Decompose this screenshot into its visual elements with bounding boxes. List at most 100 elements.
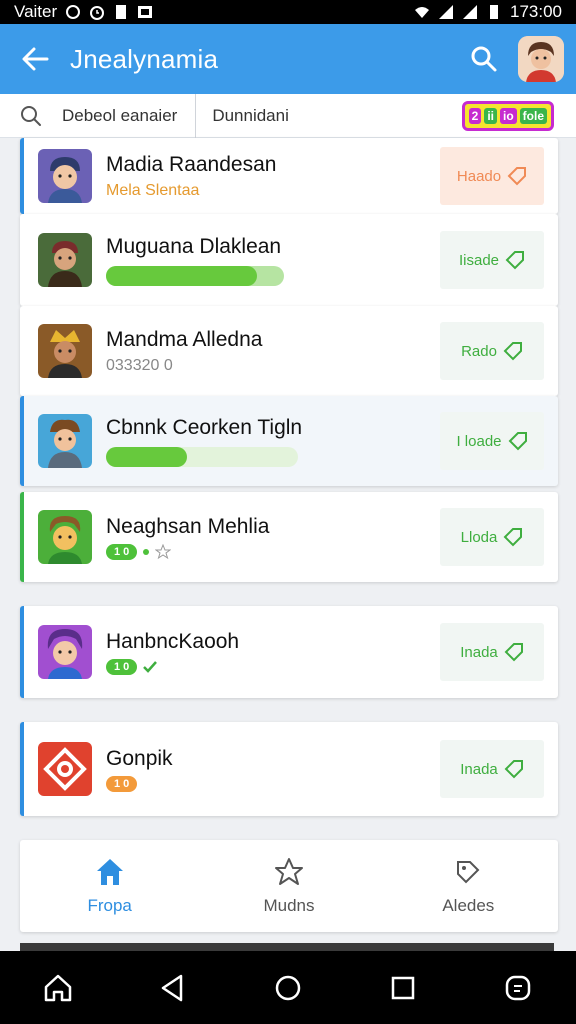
nav-item-home[interactable]: Fropa (20, 840, 199, 932)
search-icon (21, 105, 41, 126)
app-logo-icon (38, 742, 92, 796)
star-icon (155, 544, 172, 560)
diamond-icon (504, 760, 523, 779)
avatar (38, 233, 92, 287)
list-item[interactable]: Neaghsan Mehlia 1 0 Lloda (20, 492, 558, 582)
nav-item-favorites[interactable]: Mudns (199, 840, 378, 932)
recents-square-icon[interactable] (387, 972, 419, 1004)
wifi-icon (415, 7, 429, 18)
list-item[interactable]: Madia Raandesan Mela Slentaa Haado (20, 138, 558, 214)
item-name: Gonpik (106, 746, 173, 770)
diamond-icon (507, 167, 527, 186)
filter-chip-2[interactable]: Dunnidani (196, 106, 461, 126)
avatar (38, 510, 92, 564)
progress-fill (106, 265, 258, 286)
home-circle-icon[interactable] (272, 972, 304, 1004)
assistant-icon[interactable] (502, 972, 534, 1004)
nav-label: Mudns (263, 896, 315, 915)
action-label: Iisade (458, 251, 500, 269)
filter-search-button[interactable] (0, 104, 62, 128)
list-item[interactable]: HanbncKaooh 1 0 Inada (20, 606, 558, 698)
character-avatar-icon (38, 625, 92, 679)
diamond-icon (503, 342, 522, 361)
action-label: Inada (460, 643, 498, 661)
list-item[interactable]: Muguana Dlaklean Iisade (20, 214, 558, 306)
action-label: I loade (456, 432, 502, 450)
avatar (38, 324, 92, 378)
system-nav-bar (0, 951, 576, 1024)
arrow-left-icon (22, 47, 49, 71)
signal-2-icon (463, 5, 477, 19)
item-name: Mandma Alledna (106, 327, 263, 351)
item-action-button[interactable]: Iisade (440, 231, 544, 289)
bottom-nav: Fropa Mudns Aledes (20, 840, 558, 932)
badge-part: ii (484, 107, 497, 124)
alarm-icon (90, 6, 105, 20)
progress-fill (106, 446, 187, 467)
page-title: Jnealynamia (70, 43, 219, 74)
action-label: Inada (460, 760, 498, 778)
avatar (38, 414, 92, 468)
item-tag: 1 0 (106, 659, 138, 676)
item-tag: 1 0 (106, 544, 138, 561)
home-icon[interactable] (42, 972, 74, 1004)
character-avatar-icon (38, 324, 92, 378)
item-name: HanbncKaooh (106, 629, 240, 653)
battery-icon (490, 5, 498, 19)
nav-label: Aledes (442, 896, 495, 915)
list-item[interactable]: Gonpik 1 0 Inada (20, 722, 558, 816)
action-label: Haado (456, 167, 502, 185)
badge-part: io (499, 107, 517, 124)
back-triangle-icon[interactable] (157, 972, 189, 1004)
item-subtitle: 033320 0 (106, 357, 173, 374)
app-bar: Jnealynamia (0, 24, 576, 94)
item-action-button[interactable]: Inada (440, 740, 544, 798)
back-button[interactable] (0, 24, 70, 94)
status-bar: Vaiter 173:00 (0, 0, 576, 24)
item-name: Neaghsan Mehlia (106, 514, 270, 538)
list-item[interactable]: Mandma Alledna 033320 0 Rado (20, 306, 558, 396)
action-label: Lloda (460, 528, 498, 546)
badge-part: 2 (468, 107, 482, 124)
search-icon (471, 46, 497, 72)
character-avatar-icon (38, 149, 92, 203)
user-avatar-icon (518, 36, 564, 82)
filter-bar: Debeol eanaier Dunnidani 2 ii io fole (0, 93, 576, 138)
circle-notification-icon (66, 5, 81, 19)
app-logo (38, 742, 92, 796)
item-action-button[interactable]: I loade (440, 412, 544, 470)
diamond-icon (504, 643, 523, 662)
item-action-button[interactable]: Haado (440, 147, 544, 205)
filter-chip-1[interactable]: Debeol eanaier (62, 93, 197, 138)
tag-icon (457, 861, 480, 884)
file-notification-icon (116, 5, 127, 19)
list-item[interactable]: Cbnnk Ceorken Tigln I loade (20, 396, 558, 486)
progress-bar (106, 265, 284, 286)
avatar[interactable] (518, 36, 564, 82)
filter-badge[interactable]: 2 ii io fole (461, 100, 554, 131)
item-action-button[interactable]: Inada (440, 623, 544, 681)
item-name: Madia Raandesan (106, 152, 277, 176)
avatar (38, 625, 92, 679)
star-icon (274, 858, 303, 885)
home-icon (96, 859, 123, 885)
item-tag: 1 0 (106, 776, 138, 793)
item-name: Cbnnk Ceorken Tigln (106, 416, 303, 440)
badge-part: fole (519, 107, 547, 124)
check-icon (143, 661, 158, 673)
diamond-icon (503, 528, 523, 547)
nav-item-tags[interactable]: Aledes (379, 840, 558, 932)
item-action-button[interactable]: Rado (440, 322, 544, 380)
character-avatar-icon (38, 510, 92, 564)
search-button[interactable] (456, 31, 512, 87)
item-action-button[interactable]: Lloda (440, 508, 544, 566)
diamond-icon (505, 251, 525, 270)
clock: 173:00 (510, 2, 562, 21)
character-avatar-icon (38, 233, 92, 287)
item-subtitle: Mela Slentaa (106, 182, 200, 199)
carrier-label: Vaiter (14, 2, 58, 21)
progress-bar (106, 446, 298, 467)
signal-icon (439, 5, 453, 19)
image-notification-icon (138, 6, 153, 18)
diamond-icon (508, 432, 527, 451)
